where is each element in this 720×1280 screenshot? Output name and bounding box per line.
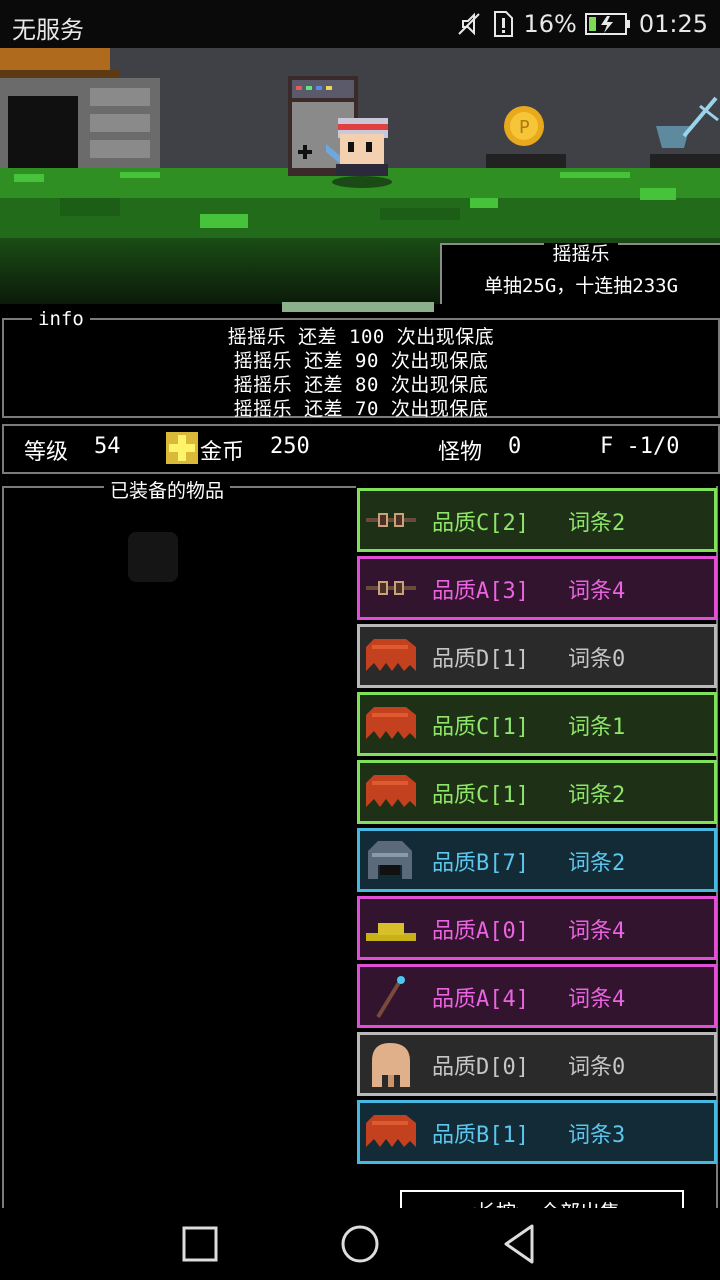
progress-bar [282,302,434,312]
inventory-item[interactable]: 品质A[3] 词条4 [357,556,717,620]
floor-indicator: F -1/0 [600,434,680,459]
clock: 01:25 [638,10,708,38]
item-quality: 品质A[3] [432,579,529,604]
gacha-price: 单抽25G，十连抽233G [483,275,679,297]
item-quality: 品质C[2] [432,511,529,536]
equipped-title: 已装备的物品 [104,476,231,503]
back-button[interactable] [496,1220,544,1268]
svg-text:P: P [519,117,530,138]
inventory-item[interactable]: 品质B[1] 词条3 [357,1100,717,1164]
inventory-item[interactable]: 品质C[1] 词条1 [357,692,717,756]
inventory-item[interactable]: 品质C[2] 词条2 [357,488,717,552]
recent-apps-button[interactable] [176,1220,224,1268]
item-quality: 品质C[1] [432,783,529,808]
equipped-panel: 已装备的物品 [2,476,356,1218]
magic-wand-icon [364,971,416,1021]
building-icon[interactable] [0,48,160,168]
status-bar: 无服务 16% 01:25 [0,0,720,48]
item-quality: 品质D[1] [432,647,529,672]
grass-pixel [640,188,676,200]
game-scene[interactable]: P 摇摇乐 单抽25G，十连抽233G [0,48,720,304]
info-line: 摇摇乐 还差 80 次出现保底 [233,374,489,396]
grass-pixel [470,198,498,208]
item-quality: 品质B[7] [432,851,529,876]
inventory-item[interactable]: 品质A[4] 词条4 [357,964,717,1028]
equipment-slot[interactable] [128,532,178,582]
inventory-item[interactable]: 品质B[7] 词条2 [357,828,717,892]
info-line: 摇摇乐 还差 70 次出现保底 [233,398,489,420]
inventory-item[interactable]: 品质D[0] 词条0 [357,1032,717,1096]
gold-plus-icon[interactable] [166,432,198,464]
monster-value: 0 [508,434,522,459]
item-affix-count: 词条4 [568,579,626,604]
item-affix-count: 词条2 [568,511,626,536]
item-affix-count: 词条4 [568,987,626,1012]
bald-head-icon [364,1039,416,1089]
grass-pixel [200,214,248,228]
grass-pixel [120,172,160,178]
gold-value: 250 [270,434,310,459]
weapon-shop-icon[interactable] [650,92,720,172]
item-affix-count: 词条2 [568,851,626,876]
hair-icon [364,1107,416,1157]
navigation-bar [0,1208,720,1280]
helmet-icon [364,835,416,885]
hair-icon [364,767,416,817]
item-quality: 品质C[1] [432,715,529,740]
gacha-info-panel[interactable]: 摇摇乐 单抽25G，十连抽233G [440,243,720,304]
item-affix-count: 词条3 [568,1123,626,1148]
monster-label: 怪物 [438,440,483,465]
hero-character-icon[interactable] [326,104,398,188]
status-icons: 16% 01:25 [455,10,708,38]
inventory-item[interactable]: 品质D[1] 词条0 [357,624,717,688]
item-quality: 品质A[4] [432,987,529,1012]
level-value: 54 [94,434,121,459]
item-affix-count: 词条1 [568,715,626,740]
battery-percent: 16% [523,10,577,38]
info-line: 摇摇乐 还差 100 次出现保底 [227,326,495,348]
gold-label: 金币 [200,440,245,465]
coin-shop-icon[interactable]: P [486,102,566,172]
grass-pixel [14,174,44,182]
item-quality: 品质D[0] [432,1055,529,1080]
goggles-icon [364,495,416,545]
item-affix-count: 词条4 [568,919,626,944]
grass-pixel [380,208,460,220]
level-label: 等级 [24,440,69,465]
mute-icon [458,12,481,36]
gacha-title-text: 摇摇乐 [544,243,618,265]
stats-bar: 等级 54 金币 250 怪物 0 F -1/0 [2,424,720,474]
hair-icon [364,631,416,681]
sim-alert-icon [494,11,514,37]
info-panel: info 摇摇乐 还差 100 次出现保底 摇摇乐 还差 90 次出现保底 摇摇… [2,308,720,420]
goggles-icon [364,563,416,613]
straw-hat-icon [364,903,416,953]
item-affix-count: 词条2 [568,783,626,808]
carrier-label: 无服务 [12,16,84,44]
grass-pixel [560,172,630,178]
item-affix-count: 词条0 [568,1055,626,1080]
inventory-item[interactable]: 品质C[1] 词条2 [357,760,717,824]
grass-pixel [60,198,120,216]
gacha-title: 摇摇乐 [442,239,720,266]
item-affix-count: 词条0 [568,647,626,672]
item-quality: 品质B[1] [432,1123,529,1148]
info-line: 摇摇乐 还差 90 次出现保底 [233,350,489,372]
battery-charging-icon [584,13,630,35]
item-quality: 品质A[0] [432,919,529,944]
hair-icon [364,699,416,749]
inventory-item[interactable]: 品质A[0] 词条4 [357,896,717,960]
home-button[interactable] [336,1220,384,1268]
